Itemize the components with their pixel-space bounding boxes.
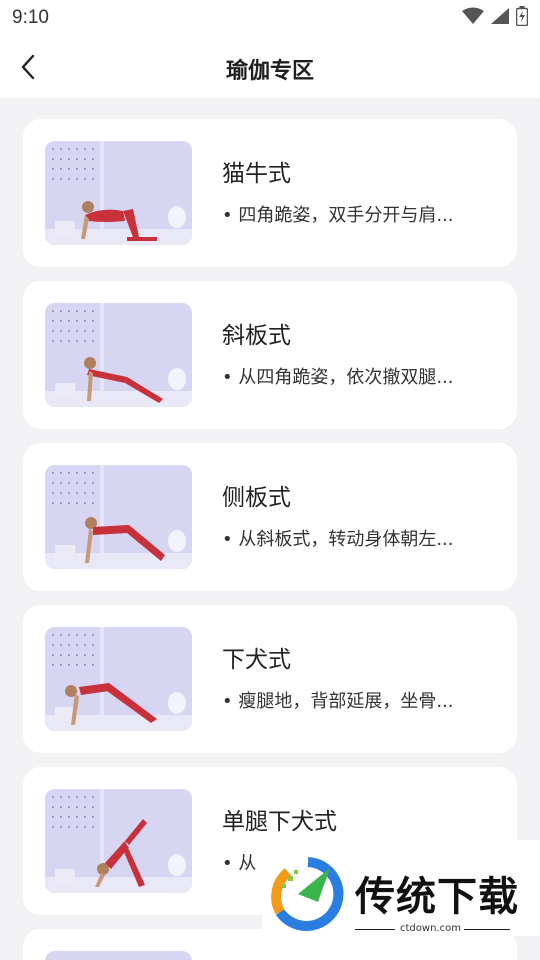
pose-card-plank[interactable]: 斜板式 • 从四角跪姿，依次撤双腿... [23,281,517,429]
pose-name: 猫牛式 [222,161,291,187]
watermark-logo-icon [271,857,344,931]
status-bar: 9:10 [0,0,540,36]
pose-description: • 瘦腿地，背部延展，坐骨... [222,691,454,712]
watermark-rule [464,929,510,930]
pose-name: 侧板式 [222,485,291,511]
pose-thumbnail [45,465,192,569]
pose-description: • 四角跪姿，双手分开与肩... [222,205,454,226]
pose-description: • 从四角跪姿，依次撤双腿... [222,367,454,388]
watermark-rule [355,929,395,930]
pose-list: 猫牛式 • 四角跪姿，双手分开与肩... 斜板式 • 从四角跪姿，依次撤双腿..… [23,119,517,929]
pose-thumbnail [45,789,192,893]
pose-description: • 从斜板式，转动身体朝左... [222,529,454,550]
pose-card-downward-dog[interactable]: 下犬式 • 瘦腿地，背部延展，坐骨... [23,605,517,753]
pose-name: 斜板式 [222,323,291,349]
pose-name: 下犬式 [222,647,291,673]
pose-card-side-plank[interactable]: 侧板式 • 从斜板式，转动身体朝左... [23,443,517,591]
pose-name: 单腿下犬式 [222,809,337,835]
pose-card-cat-cow[interactable]: 猫牛式 • 四角跪姿，双手分开与肩... [23,119,517,267]
battery-icon [516,6,528,26]
pose-thumbnail [45,627,192,731]
watermark: 传统下载 ctdown.com [262,840,540,936]
pose-description: • 从 [222,853,257,874]
watermark-text: 传统下载 [355,874,519,920]
app-header: 瑜伽专区 [0,36,540,98]
page-title: 瑜伽专区 [225,59,314,84]
wifi-icon [462,7,484,24]
pose-thumbnail [45,141,192,245]
pose-thumbnail [45,951,192,960]
status-icons [462,6,528,26]
pose-thumbnail [45,303,192,407]
signal-icon [491,8,509,24]
status-time: 9:10 [12,7,49,28]
watermark-url: ctdown.com [400,923,461,934]
